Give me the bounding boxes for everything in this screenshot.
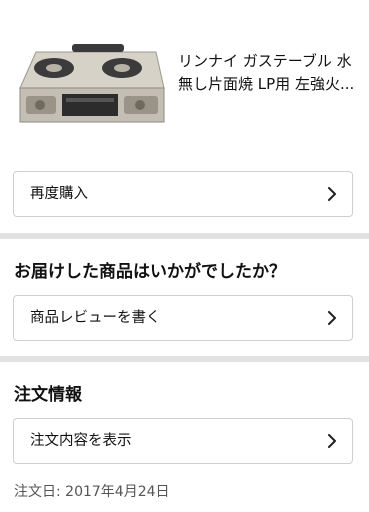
rebuy-button[interactable]: 再度購入 <box>13 171 353 217</box>
order-detail-page: リンナイ ガステーブル 水無し片面焼 LP用 左強火... 再度購入 お届けした… <box>0 0 369 512</box>
product-image[interactable] <box>14 38 166 126</box>
chevron-right-icon <box>328 187 336 201</box>
write-review-label: 商品レビューを書く <box>30 310 161 326</box>
review-heading: お届けした商品はいかがでしたか？ <box>14 262 286 282</box>
section-divider <box>0 356 369 362</box>
chevron-right-icon <box>328 311 336 325</box>
rebuy-label: 再度購入 <box>30 186 88 202</box>
show-order-details-button[interactable]: 注文内容を表示 <box>13 418 353 464</box>
section-divider <box>0 233 369 239</box>
show-order-details-label: 注文内容を表示 <box>30 433 132 449</box>
chevron-right-icon <box>328 434 336 448</box>
product-summary[interactable]: リンナイ ガステーブル 水無し片面焼 LP用 左強火... <box>0 0 369 150</box>
product-title[interactable]: リンナイ ガステーブル 水無し片面焼 LP用 左強火... <box>178 50 363 96</box>
order-info-heading: 注文情報 <box>14 385 82 405</box>
order-date: 注文日: 2017年4月24日 <box>14 484 170 500</box>
write-review-button[interactable]: 商品レビューを書く <box>13 295 353 341</box>
